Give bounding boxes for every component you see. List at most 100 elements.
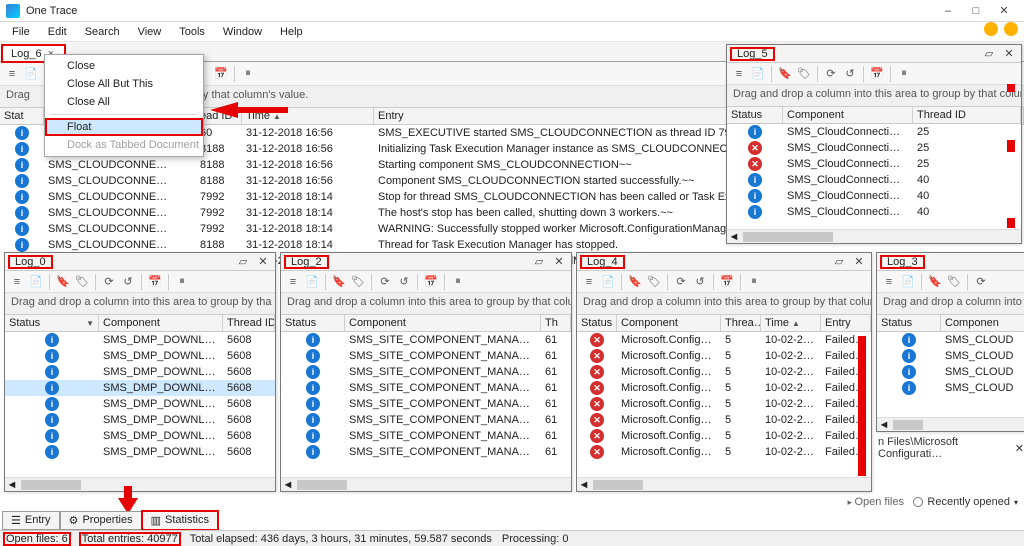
pane3-group[interactable]: Drag and drop a column into this a — [877, 293, 1024, 315]
col-status[interactable]: Status — [727, 107, 783, 123]
calendar-icon[interactable]: 📅 — [213, 66, 229, 82]
toolbar-icon[interactable]: ≡ — [881, 274, 897, 290]
ctx-close[interactable]: Close — [45, 57, 203, 75]
ctx-close-all[interactable]: Close All — [45, 93, 203, 111]
bottom-tab-entry[interactable]: ☰Entry — [2, 511, 60, 530]
bookmark-icon[interactable]: 🔖 — [627, 274, 643, 290]
maximize-button[interactable]: □ — [962, 2, 990, 20]
table-row[interactable]: iSMS_CLOUD — [877, 348, 1024, 364]
pane-max-button[interactable]: ▱ — [831, 255, 847, 269]
table-row[interactable]: iSMS_DMP_DOWNLO…5608 — [5, 332, 275, 348]
table-row[interactable]: iSMS_SITE_COMPONENT_MANAGER61 — [281, 332, 571, 348]
bookmark-icon[interactable]: 🏷 — [946, 274, 962, 290]
table-row[interactable]: iSMS_CloudConnecti…40 — [727, 188, 1021, 204]
refresh-icon[interactable]: ⟳ — [973, 274, 989, 290]
toolbar-icon[interactable]: 📄 — [28, 274, 44, 290]
table-row[interactable]: iSMS_DMP_DOWNLO…5608 — [5, 364, 275, 380]
pane-close-button[interactable]: ✕ — [1001, 47, 1017, 61]
col-threadid[interactable]: Thread ID — [913, 107, 1021, 123]
refresh-icon[interactable]: ⟳ — [377, 274, 393, 290]
calendar-icon[interactable]: 📅 — [147, 274, 163, 290]
table-row[interactable]: iSMS_SITE_COMPONENT_MANAGER61 — [281, 348, 571, 364]
menu-view[interactable]: View — [130, 24, 170, 40]
col-status[interactable]: Status — [877, 315, 941, 331]
close-window-button[interactable]: ✕ — [990, 2, 1018, 20]
ctx-float[interactable]: Float — [45, 118, 203, 136]
refresh-icon[interactable]: ↺ — [842, 66, 858, 82]
calendar-icon[interactable]: 📅 — [869, 66, 885, 82]
toolbar-icon[interactable]: ≡ — [581, 274, 597, 290]
table-row[interactable]: iSMS_SITE_COMPONENT_MANAGER61 — [281, 396, 571, 412]
table-row[interactable]: ✕Microsoft.Configurati…510-02-20…Failed… — [577, 396, 871, 412]
table-row[interactable]: ✕SMS_CloudConnecti…25 — [727, 156, 1021, 172]
pause-icon[interactable]: ⏸ — [174, 274, 190, 290]
table-row[interactable]: ✕Microsoft.Configurati…510-02-20…Failed… — [577, 348, 871, 364]
table-row[interactable]: iSMS_CLOUD — [877, 380, 1024, 396]
bookmark-icon[interactable]: 🏷 — [350, 274, 366, 290]
table-row[interactable]: ✕SMS_CloudConnecti…25 — [727, 140, 1021, 156]
table-row[interactable]: ✕Microsoft.Configurati…510-02-20…Failed… — [577, 364, 871, 380]
toolbar-icon[interactable]: 📄 — [23, 66, 39, 82]
toolbar-icon[interactable]: ≡ — [9, 274, 25, 290]
table-row[interactable]: ✕Microsoft.Configurati…510-02-20…Failed… — [577, 412, 871, 428]
bottom-tab-statistics[interactable]: ▥Statistics — [142, 511, 218, 530]
table-row[interactable]: iSMS_SITE_COMPONENT_MANAGER61 — [281, 380, 571, 396]
feedback-smile-icon[interactable] — [984, 22, 998, 36]
pane0-group[interactable]: Drag and drop a column into this area to… — [5, 293, 275, 315]
col-time[interactable]: Time▲ — [761, 315, 821, 331]
refresh-icon[interactable]: ↺ — [120, 274, 136, 290]
pane-close-button[interactable]: ✕ — [551, 255, 567, 269]
pause-icon[interactable]: ⏸ — [240, 66, 256, 82]
table-row[interactable]: ✕Microsoft.Configurati…510-02-20…Failed… — [577, 332, 871, 348]
menu-file[interactable]: File — [4, 24, 38, 40]
col-component[interactable]: Componen — [941, 315, 1024, 331]
bookmark-icon[interactable]: 🔖 — [331, 274, 347, 290]
pane3-rows[interactable]: iSMS_CLOUDiSMS_CLOUDiSMS_CLOUDiSMS_CLOUD — [877, 332, 1024, 417]
menu-search[interactable]: Search — [77, 24, 128, 40]
refresh-icon[interactable]: ⟳ — [823, 66, 839, 82]
table-row[interactable]: ✕Microsoft.Configurati…510-02-20…Failed… — [577, 380, 871, 396]
table-row[interactable]: iSMS_DMP_DOWNLO…5608 — [5, 380, 275, 396]
menu-window[interactable]: Window — [215, 24, 270, 40]
pane-max-button[interactable]: ▱ — [531, 255, 547, 269]
col-status[interactable]: Status — [577, 315, 617, 331]
col-component[interactable]: Component — [617, 315, 721, 331]
pane-close-button[interactable]: ✕ — [255, 255, 271, 269]
menu-tools[interactable]: Tools — [171, 24, 213, 40]
menu-help[interactable]: Help — [272, 24, 311, 40]
table-row[interactable]: iSMS_CloudConnecti…40 — [727, 204, 1021, 220]
pane2-group[interactable]: Drag and drop a column into this area to… — [281, 293, 571, 315]
calendar-icon[interactable]: 📅 — [423, 274, 439, 290]
bookmark-icon[interactable]: 🔖 — [55, 274, 71, 290]
table-row[interactable]: iSMS_CloudConnecti…25 — [727, 124, 1021, 140]
pane4-group[interactable]: Drag and drop a column into this area to… — [577, 293, 871, 315]
pause-icon[interactable]: ⏸ — [450, 274, 466, 290]
toolbar-icon[interactable]: ≡ — [731, 66, 747, 82]
pane-max-button[interactable]: ▱ — [981, 47, 997, 61]
col-status[interactable]: Status▼ — [5, 315, 99, 331]
table-row[interactable]: iSMS_DMP_DOWNLO…5608 — [5, 428, 275, 444]
col-thread[interactable]: Threa… — [721, 315, 761, 331]
table-row[interactable]: iSMS_SITE_COMPONENT_MANAGER61 — [281, 444, 571, 460]
pane-max-button[interactable]: ▱ — [235, 255, 251, 269]
minimize-button[interactable]: – — [934, 2, 962, 20]
pause-icon[interactable]: ⏸ — [896, 66, 912, 82]
feedback-sad-icon[interactable] — [1004, 22, 1018, 36]
table-row[interactable]: iSMS_SITE_COMPONENT_MANAGER61 — [281, 412, 571, 428]
refresh-icon[interactable]: ⟳ — [673, 274, 689, 290]
col-component[interactable]: Component — [345, 315, 541, 331]
table-row[interactable]: iSMS_DMP_DOWNLO…5608 — [5, 396, 275, 412]
table-row[interactable]: ✕Microsoft.Configurati…510-02-20…Failed… — [577, 428, 871, 444]
path-close-icon[interactable]: ✕ — [1015, 442, 1024, 455]
bookmark-icon[interactable]: 🏷 — [74, 274, 90, 290]
toolbar-icon[interactable]: ≡ — [285, 274, 301, 290]
bookmark-icon[interactable]: 🏷 — [646, 274, 662, 290]
table-row[interactable]: iSMS_CLOUD — [877, 332, 1024, 348]
col-status[interactable]: Status — [281, 315, 345, 331]
toolbar-icon[interactable]: ≡ — [4, 66, 20, 82]
refresh-icon[interactable]: ⟳ — [101, 274, 117, 290]
bookmark-icon[interactable]: 🔖 — [927, 274, 943, 290]
toolbar-icon[interactable]: 📄 — [900, 274, 916, 290]
table-row[interactable]: iSMS_CLOUD — [877, 364, 1024, 380]
pause-icon[interactable]: ⏸ — [746, 274, 762, 290]
